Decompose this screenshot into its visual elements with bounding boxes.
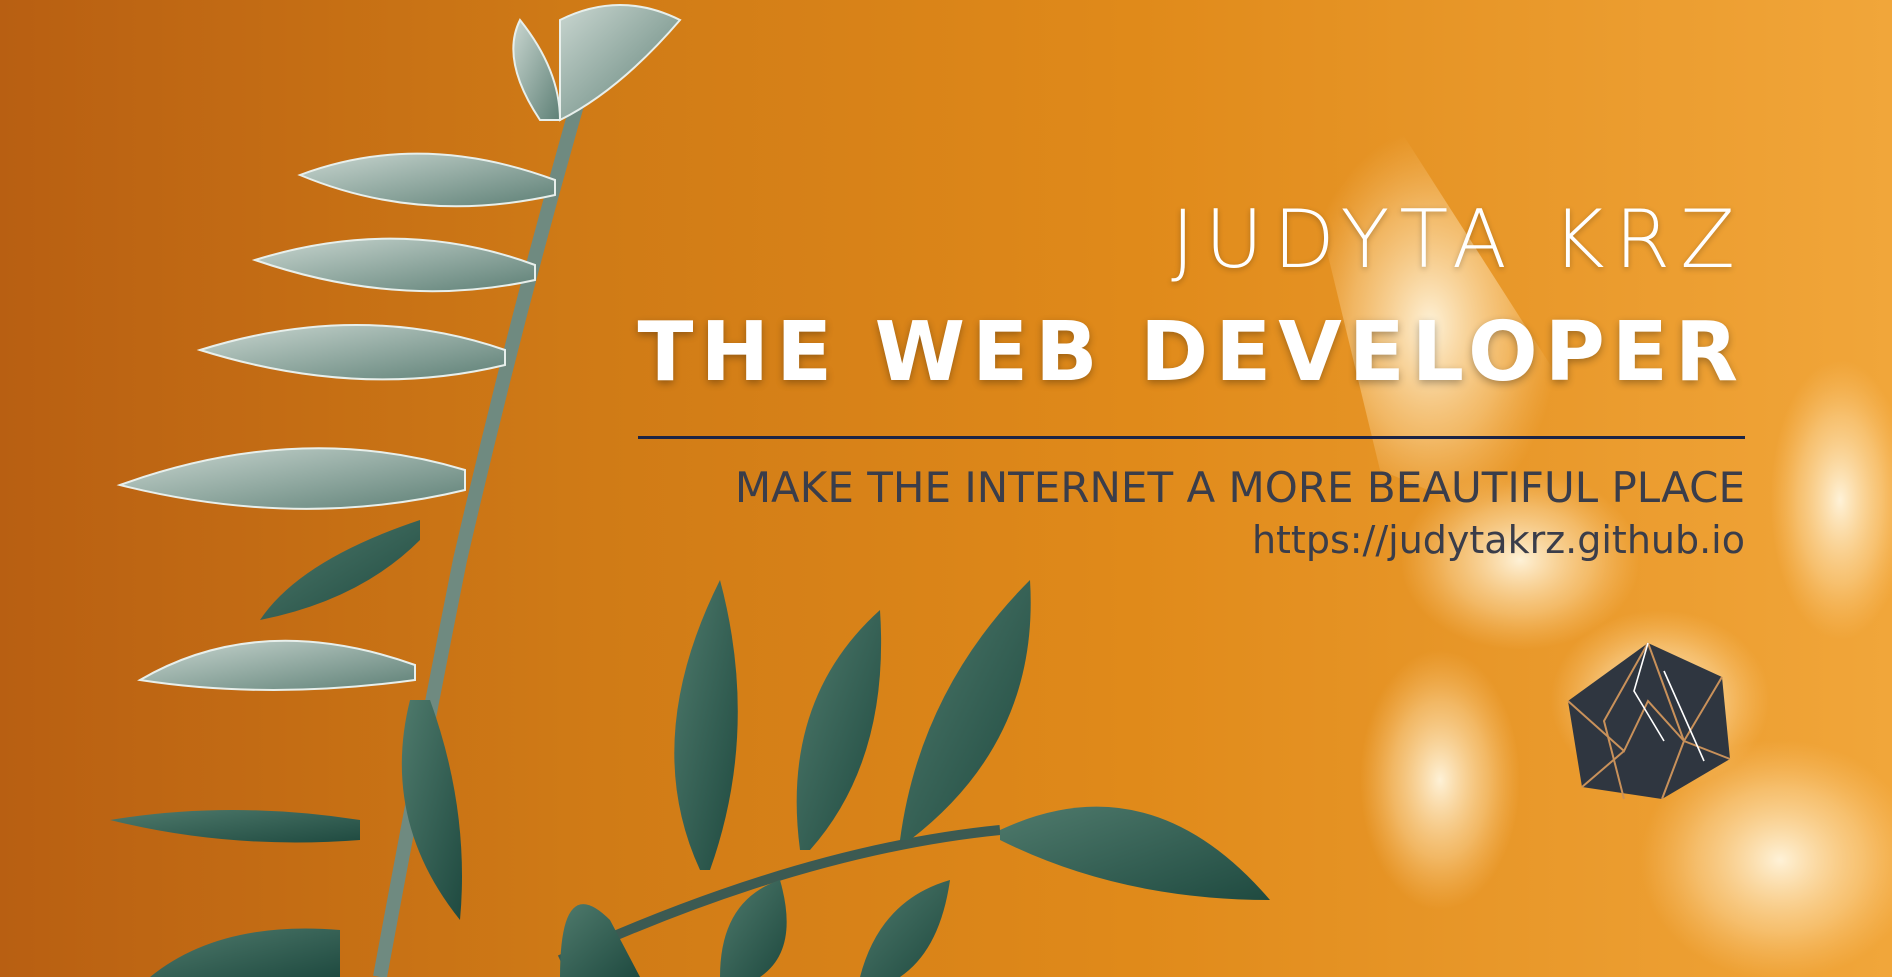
hero-text-block: JUDYTA KRZ THE WEB DEVELOPER MAKE THE IN… <box>625 200 1745 559</box>
hexagon-logo-icon <box>1567 642 1731 800</box>
pale-leaves <box>116 4 682 691</box>
author-name: JUDYTA KRZ <box>1171 193 1745 286</box>
tagline: MAKE THE INTERNET A MORE BEAUTIFUL PLACE <box>734 463 1745 512</box>
website-url: https://judytakrz.github.io <box>1251 518 1745 562</box>
hero-banner: JUDYTA KRZ THE WEB DEVELOPER MAKE THE IN… <box>0 0 1892 977</box>
role-title: THE WEB DEVELOPER <box>637 305 1745 400</box>
divider-line <box>638 436 1745 439</box>
